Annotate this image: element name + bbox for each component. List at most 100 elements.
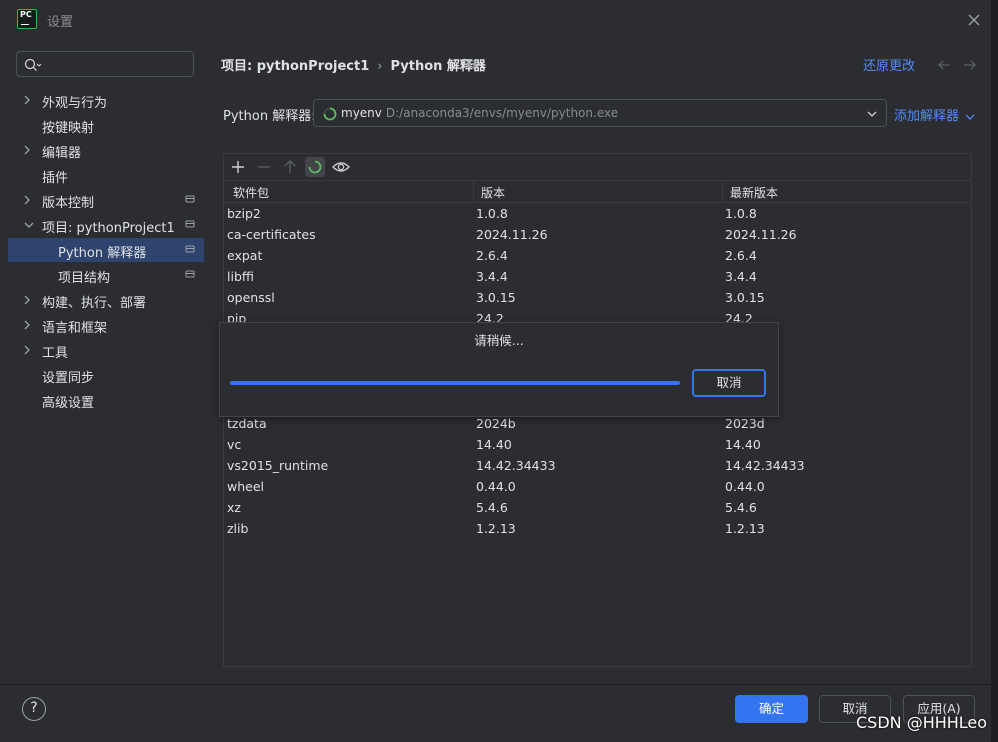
close-icon[interactable]	[964, 10, 984, 30]
table-row[interactable]: vc 14.40 14.40	[224, 435, 971, 456]
sidebar-item-settings-sync[interactable]: 设置同步	[8, 363, 204, 387]
version-cell: 14.40	[476, 437, 512, 452]
chevron-right-icon	[24, 345, 30, 355]
sidebar-item-label: 工具	[42, 346, 69, 361]
chevron-down-icon	[965, 114, 975, 120]
latest-version-cell: 14.42.34433	[725, 458, 805, 473]
package-name-cell: openssl	[227, 290, 275, 305]
progress-bar	[230, 381, 680, 385]
table-row[interactable]: xz 5.4.6 5.4.6	[224, 498, 971, 519]
table-row[interactable]: bzip2 1.0.8 1.0.8	[224, 204, 971, 225]
sidebar-item-languages[interactable]: 语言和框架	[8, 313, 204, 337]
sidebar-item-label: 按键映射	[42, 121, 95, 136]
table-row[interactable]: libffi 3.4.4 3.4.4	[224, 267, 971, 288]
sidebar-item-advanced[interactable]: 高级设置	[8, 388, 204, 412]
version-cell: 5.4.6	[476, 500, 508, 515]
sidebar-item-plugins[interactable]: 插件	[8, 163, 204, 187]
revert-changes-link[interactable]: 还原更改	[863, 55, 915, 74]
pycharm-logo-icon: PC	[17, 9, 37, 29]
column-header-latest[interactable]: 最新版本	[730, 184, 778, 201]
sidebar-item-editor[interactable]: 编辑器	[8, 138, 204, 162]
interpreter-select[interactable]: myenv D:/anaconda3/envs/myenv/python.exe	[313, 99, 887, 127]
settings-window: PC 设置 外观与行为 按键映射 编辑器 插件 版本控制 项目: pythonP…	[0, 0, 992, 742]
remove-package-icon[interactable]	[254, 157, 274, 177]
breadcrumb-project[interactable]: 项目: pythonProject1	[221, 59, 369, 74]
version-cell: 2024.11.26	[476, 227, 548, 242]
sidebar-item-keymap[interactable]: 按键映射	[8, 113, 204, 137]
latest-version-cell: 3.4.4	[725, 269, 757, 284]
chevron-down-icon	[24, 222, 34, 228]
sidebar-item-project-structure[interactable]: 项目结构	[8, 263, 204, 287]
progress-cancel-button[interactable]: 取消	[692, 369, 766, 397]
column-divider[interactable]	[722, 181, 723, 203]
project-scope-icon	[185, 195, 195, 203]
window-title: 设置	[47, 15, 74, 30]
breadcrumb: 项目: pythonProject1 › Python 解释器	[221, 55, 486, 74]
table-row[interactable]: ca-certificates 2024.11.26 2024.11.26	[224, 225, 971, 246]
interpreter-label: Python 解释器:	[223, 109, 316, 124]
sidebar-item-label: 项目结构	[58, 271, 111, 286]
back-arrow-icon[interactable]	[936, 58, 952, 72]
sidebar-item-build[interactable]: 构建、执行、部署	[8, 288, 204, 312]
table-row[interactable]: vs2015_runtime 14.42.34433 14.42.34433	[224, 456, 971, 477]
ok-button[interactable]: 确定	[735, 695, 808, 723]
progress-dialog: 请稍候... 取消	[219, 322, 779, 417]
table-header: 软件包 版本 最新版本	[224, 180, 971, 203]
sidebar-item-label: 构建、执行、部署	[42, 296, 147, 311]
package-name-cell: vc	[227, 437, 242, 452]
search-input[interactable]	[16, 51, 194, 77]
package-name-cell: zlib	[227, 521, 249, 536]
table-row[interactable]: zlib 1.2.13 1.2.13	[224, 519, 971, 540]
sidebar-item-label: 设置同步	[42, 371, 95, 386]
table-toolbar	[224, 154, 971, 180]
sidebar-item-label: 插件	[42, 171, 69, 186]
latest-version-cell: 1.2.13	[725, 521, 765, 536]
version-cell: 3.0.15	[476, 290, 516, 305]
package-name-cell: expat	[227, 248, 263, 263]
interpreter-path: D:/anaconda3/envs/myenv/python.exe	[385, 106, 619, 120]
column-divider[interactable]	[473, 181, 474, 203]
sidebar-item-label: 版本控制	[42, 196, 95, 211]
sidebar-item-label: 高级设置	[42, 396, 95, 411]
column-header-version[interactable]: 版本	[481, 184, 505, 201]
package-name-cell: ca-certificates	[227, 227, 316, 242]
column-header-package[interactable]: 软件包	[233, 184, 269, 201]
project-scope-icon	[185, 270, 195, 278]
add-package-icon[interactable]	[228, 157, 248, 177]
footer-divider	[0, 684, 991, 685]
version-cell: 1.2.13	[476, 521, 516, 536]
latest-version-cell: 3.0.15	[725, 290, 765, 305]
table-row[interactable]: openssl 3.0.15 3.0.15	[224, 288, 971, 309]
project-scope-icon	[467, 60, 477, 68]
add-interpreter-link[interactable]: 添加解释器	[894, 105, 975, 124]
watermark: CSDN @HHHLeo	[856, 713, 988, 732]
sidebar-item-label: 项目: pythonProject1	[42, 221, 175, 236]
breadcrumb-separator: ›	[377, 59, 383, 74]
upgrade-package-icon[interactable]	[280, 157, 300, 177]
version-cell: 3.4.4	[476, 269, 508, 284]
sidebar-item-version-control[interactable]: 版本控制	[8, 188, 204, 212]
table-row[interactable]: tzdata 2024b 2023d	[224, 414, 971, 435]
latest-version-cell: 0.44.0	[725, 479, 765, 494]
package-name-cell: bzip2	[227, 206, 261, 221]
sidebar-item-python-interpreter[interactable]: Python 解释器	[8, 238, 204, 262]
sidebar-item-tools[interactable]: 工具	[8, 338, 204, 362]
refresh-loading-icon[interactable]	[305, 157, 325, 177]
sidebar-item-label: 编辑器	[42, 146, 82, 161]
sidebar-item-project[interactable]: 项目: pythonProject1	[8, 213, 204, 237]
latest-version-cell: 14.40	[725, 437, 761, 452]
title-bar: PC 设置	[0, 0, 991, 40]
add-interpreter-label: 添加解释器	[894, 109, 960, 124]
sidebar-item-appearance[interactable]: 外观与行为	[8, 88, 204, 112]
chevron-right-icon	[24, 95, 30, 105]
progress-message: 请稍候...	[474, 333, 524, 348]
table-row[interactable]: expat 2.6.4 2.6.4	[224, 246, 971, 267]
eye-icon[interactable]	[331, 157, 351, 177]
search-icon	[24, 58, 42, 71]
table-row[interactable]: wheel 0.44.0 0.44.0	[224, 477, 971, 498]
interpreter-name: myenv	[341, 106, 382, 120]
project-scope-icon	[185, 245, 195, 253]
forward-arrow-icon[interactable]	[962, 58, 978, 72]
package-name-cell: libffi	[227, 269, 254, 284]
help-button[interactable]: ?	[22, 697, 46, 721]
